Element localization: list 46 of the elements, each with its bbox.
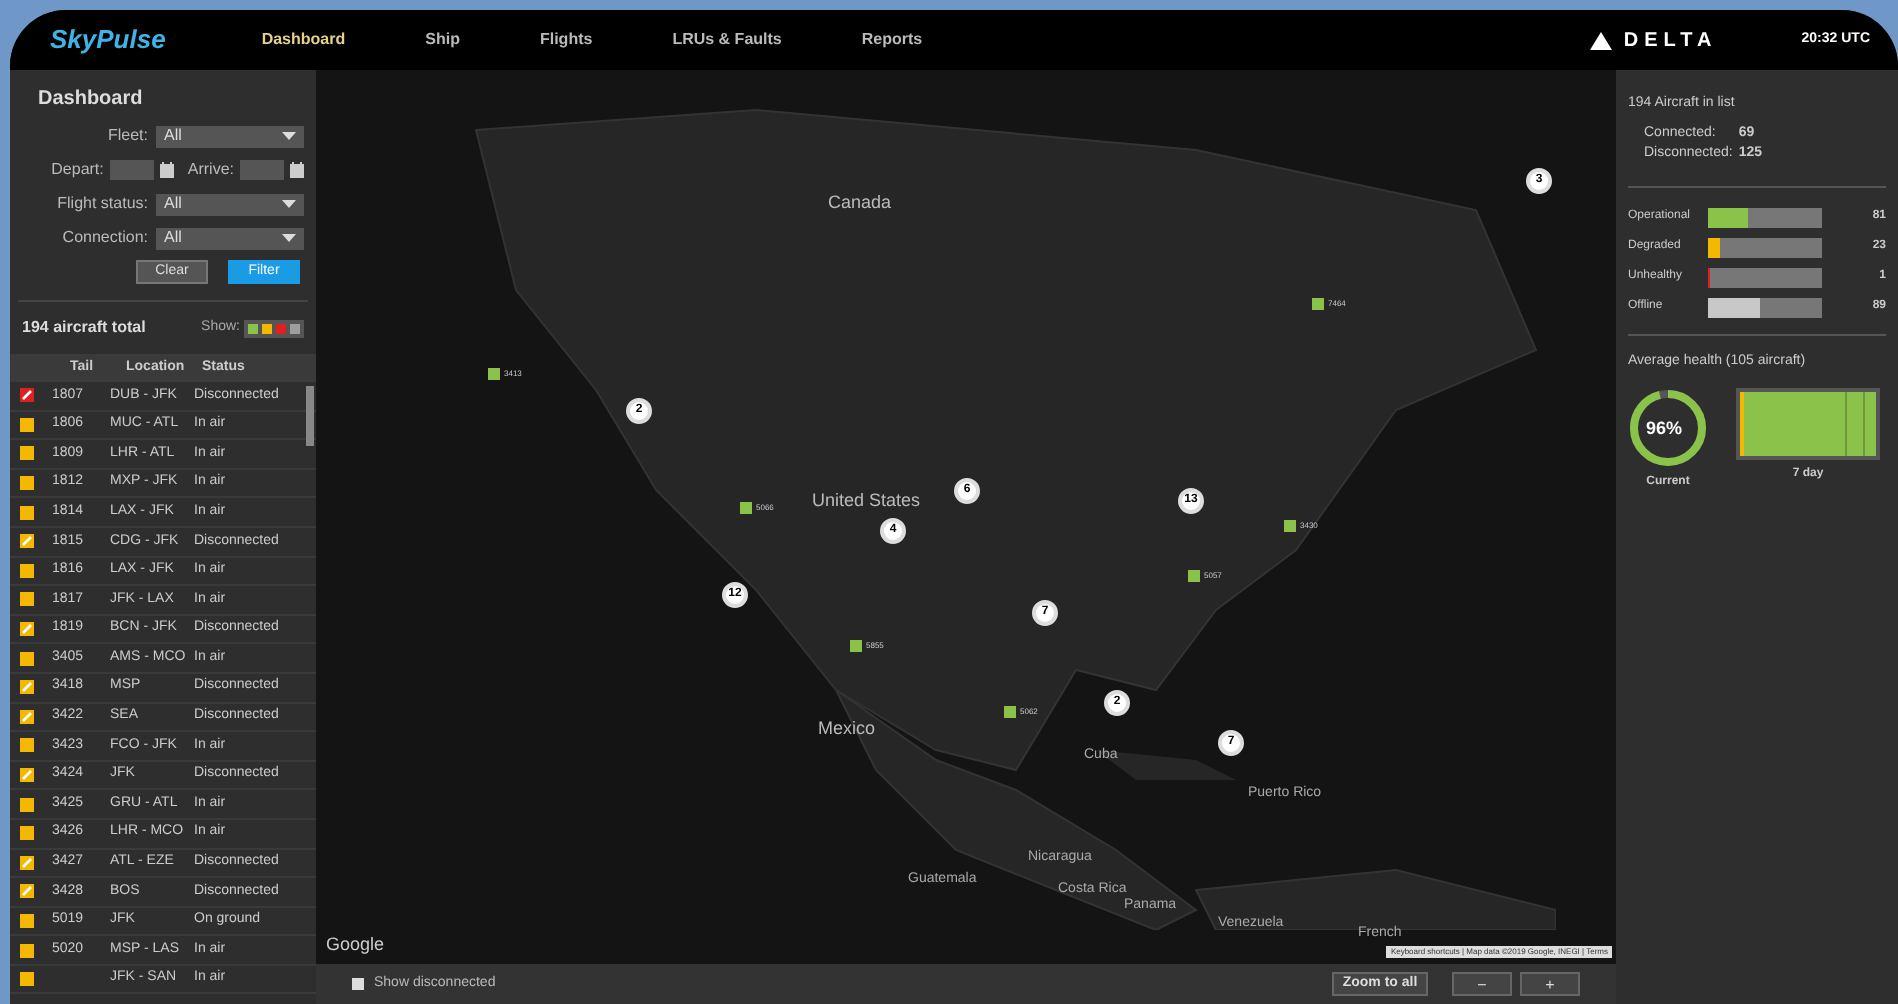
aircraft-marker[interactable] — [1312, 298, 1324, 310]
filter-label: Arrive: — [187, 158, 234, 182]
zoom-out-button[interactable]: − — [1452, 972, 1512, 996]
filter-label: Depart: — [51, 158, 104, 182]
week-health-chart — [1736, 388, 1880, 460]
checkbox[interactable] — [352, 978, 364, 990]
panel-title: Dashboard — [36, 86, 145, 114]
status-toggle[interactable] — [248, 323, 258, 333]
nav-tab[interactable]: Flights — [539, 28, 593, 52]
nav-tab[interactable]: LRUs & Faults — [672, 28, 782, 52]
map-attribution: Google — [326, 931, 385, 958]
aircraft-marker[interactable] — [1188, 570, 1200, 582]
chevron-icon — [282, 131, 296, 141]
nav-tab[interactable]: Dashboard — [261, 28, 346, 52]
nav-tab[interactable]: Reports — [861, 28, 923, 52]
aircraft-total: 194 aircraft total — [22, 316, 146, 340]
status-toggle[interactable] — [262, 323, 272, 333]
date-field[interactable] — [240, 160, 284, 180]
date-field[interactable] — [109, 160, 154, 180]
brand-name: DELTA — [1623, 27, 1718, 55]
app-logo: SkyPulse — [50, 22, 166, 59]
calendar-icon[interactable] — [290, 162, 304, 178]
filter-label: Fleet: — [107, 124, 148, 148]
health-percent: 96% — [1646, 416, 1683, 442]
dropdown-field[interactable]: All — [156, 227, 304, 249]
aircraft-marker[interactable] — [488, 368, 500, 380]
aircraft-marker[interactable] — [1284, 520, 1296, 532]
aircraft-marker[interactable] — [740, 502, 752, 514]
calendar-icon[interactable] — [159, 162, 174, 178]
nav-tab[interactable]: Ship — [425, 28, 460, 52]
dropdown-field[interactable]: All — [156, 193, 304, 215]
map-label: United States — [812, 488, 921, 514]
map-label: Canada — [828, 190, 892, 216]
chevron-icon — [282, 233, 296, 243]
dropdown-field[interactable]: All — [156, 125, 304, 147]
triangle-logo-icon — [1589, 31, 1612, 49]
scrollbar-thumb[interactable] — [306, 386, 314, 446]
status-toggle[interactable] — [276, 323, 286, 333]
map-label: Mexico — [818, 716, 876, 742]
filter-label: Flight status: — [57, 192, 148, 216]
aircraft-marker[interactable] — [850, 640, 862, 652]
filter-label: Connection: — [62, 226, 148, 250]
aircraft-marker[interactable] — [1004, 706, 1016, 718]
chevron-icon — [282, 199, 296, 209]
zoom-in-button[interactable]: + — [1520, 972, 1580, 996]
status-toggle[interactable] — [290, 323, 300, 333]
